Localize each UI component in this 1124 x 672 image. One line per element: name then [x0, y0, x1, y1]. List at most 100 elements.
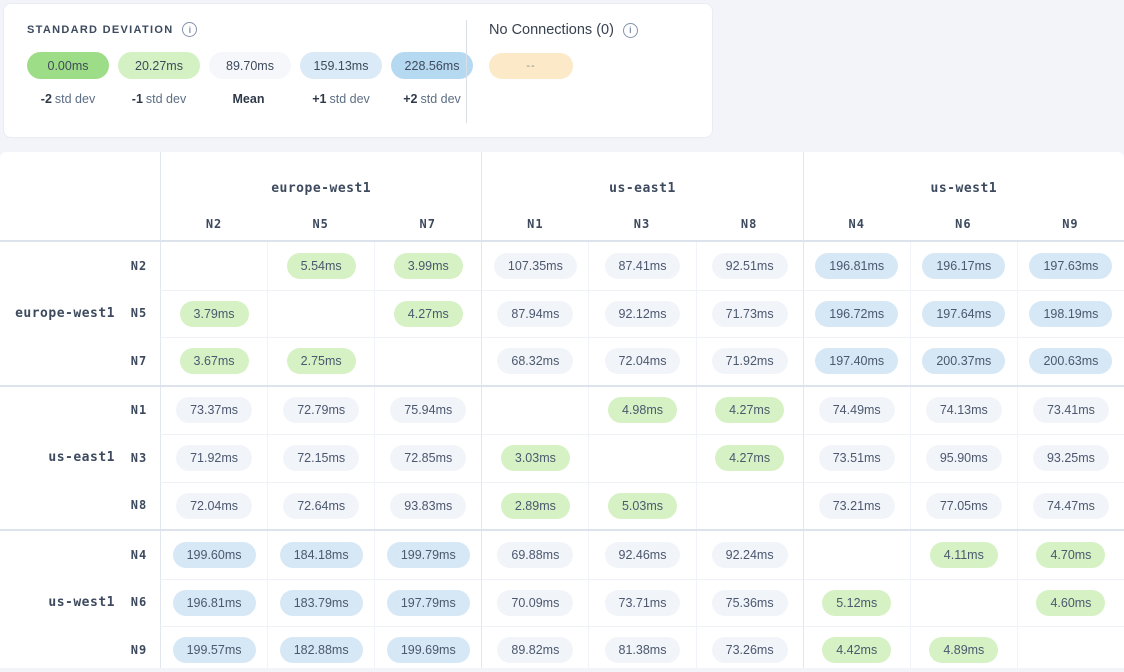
- latency-pill[interactable]: 199.57ms: [173, 637, 256, 663]
- latency-pill[interactable]: 4.89ms: [929, 637, 998, 663]
- row-node-label: N5: [118, 290, 160, 338]
- no-connections-legend: No Connections (0) i --: [467, 4, 638, 137]
- latency-pill[interactable]: 89.82ms: [497, 637, 573, 663]
- latency-pill[interactable]: 2.75ms: [287, 348, 356, 374]
- latency-pill[interactable]: 87.94ms: [497, 301, 573, 327]
- stddev-stop: 0.00ms-2std dev: [27, 52, 109, 106]
- matrix-row: us-west1N6 196.81ms 183.79ms 197.79ms 70.09m…: [0, 579, 1124, 627]
- latency-pill[interactable]: 77.05ms: [926, 493, 1002, 519]
- matrix-row: N25.54ms3.99ms107.35ms87.41ms92.51ms196.…: [0, 242, 1124, 290]
- latency-pill[interactable]: 72.04ms: [605, 348, 681, 374]
- latency-pill[interactable]: 199.60ms: [173, 542, 256, 568]
- latency-cell: 68.32ms: [481, 337, 588, 385]
- latency-pill[interactable]: 70.09ms: [497, 590, 573, 616]
- latency-pill[interactable]: 196.81ms: [815, 253, 898, 279]
- latency-cell: 197.40ms: [803, 337, 910, 385]
- latency-pill[interactable]: 69.88ms: [497, 542, 573, 568]
- latency-pill[interactable]: 92.12ms: [605, 301, 681, 327]
- latency-pill[interactable]: 75.94ms: [390, 397, 466, 423]
- latency-pill[interactable]: 197.40ms: [815, 348, 898, 374]
- latency-pill[interactable]: 74.49ms: [819, 397, 895, 423]
- latency-pill[interactable]: 87.41ms: [605, 253, 681, 279]
- latency-pill[interactable]: 182.88ms: [280, 637, 363, 663]
- latency-pill[interactable]: 95.90ms: [926, 445, 1002, 471]
- column-node-header: N5: [267, 208, 374, 240]
- latency-pill[interactable]: 5.12ms: [822, 590, 891, 616]
- latency-pill[interactable]: 92.51ms: [712, 253, 788, 279]
- latency-pill[interactable]: 4.98ms: [608, 397, 677, 423]
- latency-pill[interactable]: 4.27ms: [715, 445, 784, 471]
- matrix-corner: [0, 152, 160, 208]
- latency-pill[interactable]: 5.54ms: [287, 253, 356, 279]
- latency-pill[interactable]: 3.79ms: [180, 301, 249, 327]
- column-node-header: N6: [910, 208, 1017, 240]
- latency-pill[interactable]: 73.37ms: [176, 397, 252, 423]
- latency-pill[interactable]: 74.47ms: [1033, 493, 1109, 519]
- latency-pill[interactable]: 4.27ms: [715, 397, 784, 423]
- latency-pill[interactable]: 4.70ms: [1036, 542, 1105, 568]
- latency-pill[interactable]: 196.81ms: [173, 590, 256, 616]
- latency-pill[interactable]: 199.69ms: [387, 637, 470, 663]
- stddev-stop: 20.27ms-1std dev: [118, 52, 200, 106]
- latency-cell: 5.03ms: [588, 482, 695, 530]
- latency-pill[interactable]: 72.85ms: [390, 445, 466, 471]
- latency-cell: 4.27ms: [696, 387, 803, 435]
- latency-pill[interactable]: 107.35ms: [494, 253, 577, 279]
- latency-pill[interactable]: 196.72ms: [815, 301, 898, 327]
- latency-pill[interactable]: 4.27ms: [394, 301, 463, 327]
- latency-pill[interactable]: 197.64ms: [922, 301, 1005, 327]
- latency-pill[interactable]: 75.36ms: [712, 590, 788, 616]
- latency-pill[interactable]: 200.63ms: [1029, 348, 1112, 374]
- row-node-label: N9: [118, 626, 160, 668]
- latency-pill[interactable]: 93.25ms: [1033, 445, 1109, 471]
- latency-pill[interactable]: 72.79ms: [283, 397, 359, 423]
- latency-pill[interactable]: 74.13ms: [926, 397, 1002, 423]
- latency-pill[interactable]: 199.79ms: [387, 542, 470, 568]
- row-node-label: N6: [118, 579, 160, 627]
- latency-pill[interactable]: 73.21ms: [819, 493, 895, 519]
- latency-pill[interactable]: 2.89ms: [501, 493, 570, 519]
- latency-cell: 73.41ms: [1017, 387, 1124, 435]
- latency-pill[interactable]: 197.79ms: [387, 590, 470, 616]
- latency-cell: 73.21ms: [803, 482, 910, 530]
- latency-pill[interactable]: 72.15ms: [283, 445, 359, 471]
- latency-pill[interactable]: 3.03ms: [501, 445, 570, 471]
- latency-pill[interactable]: 71.73ms: [712, 301, 788, 327]
- latency-cell: 72.04ms: [160, 482, 267, 530]
- latency-pill[interactable]: 4.42ms: [822, 637, 891, 663]
- latency-pill[interactable]: 4.60ms: [1036, 590, 1105, 616]
- latency-cell: 2.89ms: [481, 482, 588, 530]
- latency-pill[interactable]: 183.79ms: [280, 590, 363, 616]
- latency-pill[interactable]: 198.19ms: [1029, 301, 1112, 327]
- latency-pill[interactable]: 81.38ms: [605, 637, 681, 663]
- latency-pill[interactable]: 200.37ms: [922, 348, 1005, 374]
- latency-pill[interactable]: 73.71ms: [605, 590, 681, 616]
- latency-cell: 199.60ms: [160, 531, 267, 579]
- latency-pill[interactable]: 73.51ms: [819, 445, 895, 471]
- latency-pill[interactable]: 72.04ms: [176, 493, 252, 519]
- latency-pill[interactable]: 92.46ms: [605, 542, 681, 568]
- latency-pill[interactable]: 3.67ms: [180, 348, 249, 374]
- latency-pill[interactable]: 68.32ms: [497, 348, 573, 374]
- matrix-corner: [0, 208, 160, 240]
- latency-pill[interactable]: 93.83ms: [390, 493, 466, 519]
- latency-pill[interactable]: 73.41ms: [1033, 397, 1109, 423]
- latency-pill[interactable]: 72.64ms: [283, 493, 359, 519]
- info-icon[interactable]: i: [623, 23, 638, 38]
- latency-pill[interactable]: 197.63ms: [1029, 253, 1112, 279]
- latency-cell: 200.37ms: [910, 337, 1017, 385]
- latency-pill[interactable]: 3.99ms: [394, 253, 463, 279]
- latency-cell: 197.79ms: [374, 579, 481, 627]
- latency-pill[interactable]: 196.17ms: [922, 253, 1005, 279]
- latency-cell: 3.67ms: [160, 337, 267, 385]
- latency-pill[interactable]: 73.26ms: [712, 637, 788, 663]
- latency-pill[interactable]: 184.18ms: [280, 542, 363, 568]
- row-region-label: us-west1: [0, 579, 118, 627]
- latency-pill[interactable]: 5.03ms: [608, 493, 677, 519]
- latency-pill[interactable]: 71.92ms: [176, 445, 252, 471]
- info-icon[interactable]: i: [182, 22, 197, 37]
- latency-cell: 4.11ms: [910, 531, 1017, 579]
- latency-pill[interactable]: 92.24ms: [712, 542, 788, 568]
- latency-pill[interactable]: 71.92ms: [712, 348, 788, 374]
- latency-pill[interactable]: 4.11ms: [930, 542, 998, 568]
